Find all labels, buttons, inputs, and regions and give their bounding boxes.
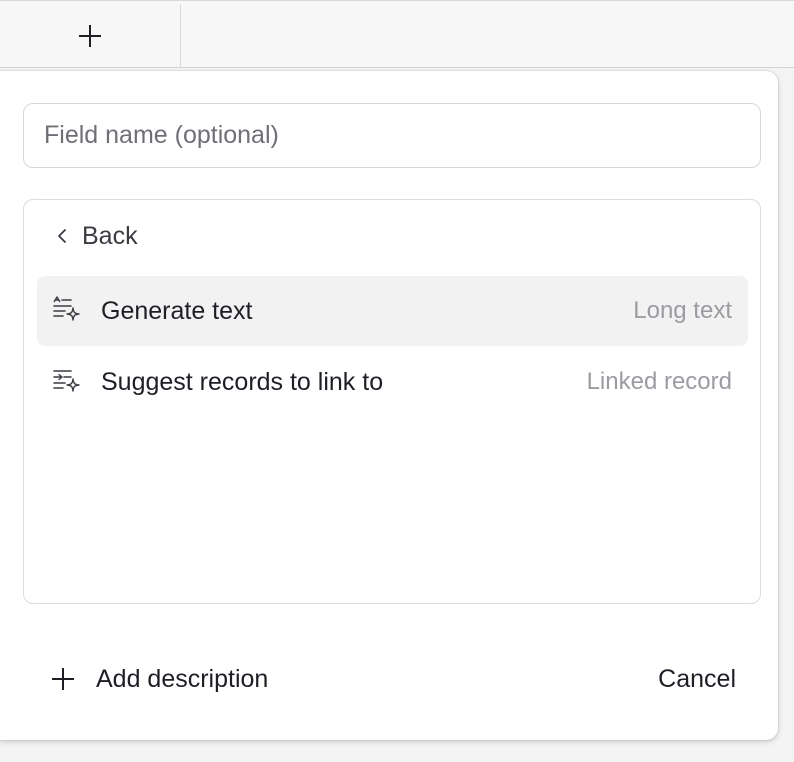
add-description-button[interactable]: Add description: [50, 659, 268, 699]
option-label: Generate text: [101, 296, 253, 325]
cancel-button[interactable]: Cancel: [658, 659, 736, 699]
option-label: Suggest records to link to: [101, 367, 384, 396]
back-button[interactable]: Back: [54, 216, 138, 256]
chevron-left-icon: [58, 229, 66, 243]
back-label: Back: [82, 221, 138, 250]
field-type-panel: Back Generate text Long text Suggest rec…: [23, 199, 761, 604]
option-type-hint: Long text: [633, 297, 732, 324]
option-type-hint: Linked record: [586, 368, 732, 395]
grid-header-bar: [0, 0, 794, 68]
add-description-label: Add description: [96, 664, 269, 693]
ai-link-icon: [51, 367, 85, 397]
add-field-button[interactable]: [0, 4, 181, 67]
option-suggest-records[interactable]: Suggest records to link to Linked record: [37, 347, 748, 417]
option-generate-text[interactable]: Generate text Long text: [37, 276, 748, 346]
ai-text-icon: [51, 296, 85, 326]
field-name-input[interactable]: [23, 103, 761, 168]
field-config-popover: Back Generate text Long text: [0, 71, 778, 740]
plus-icon: [52, 668, 74, 690]
plus-icon: [79, 24, 101, 47]
